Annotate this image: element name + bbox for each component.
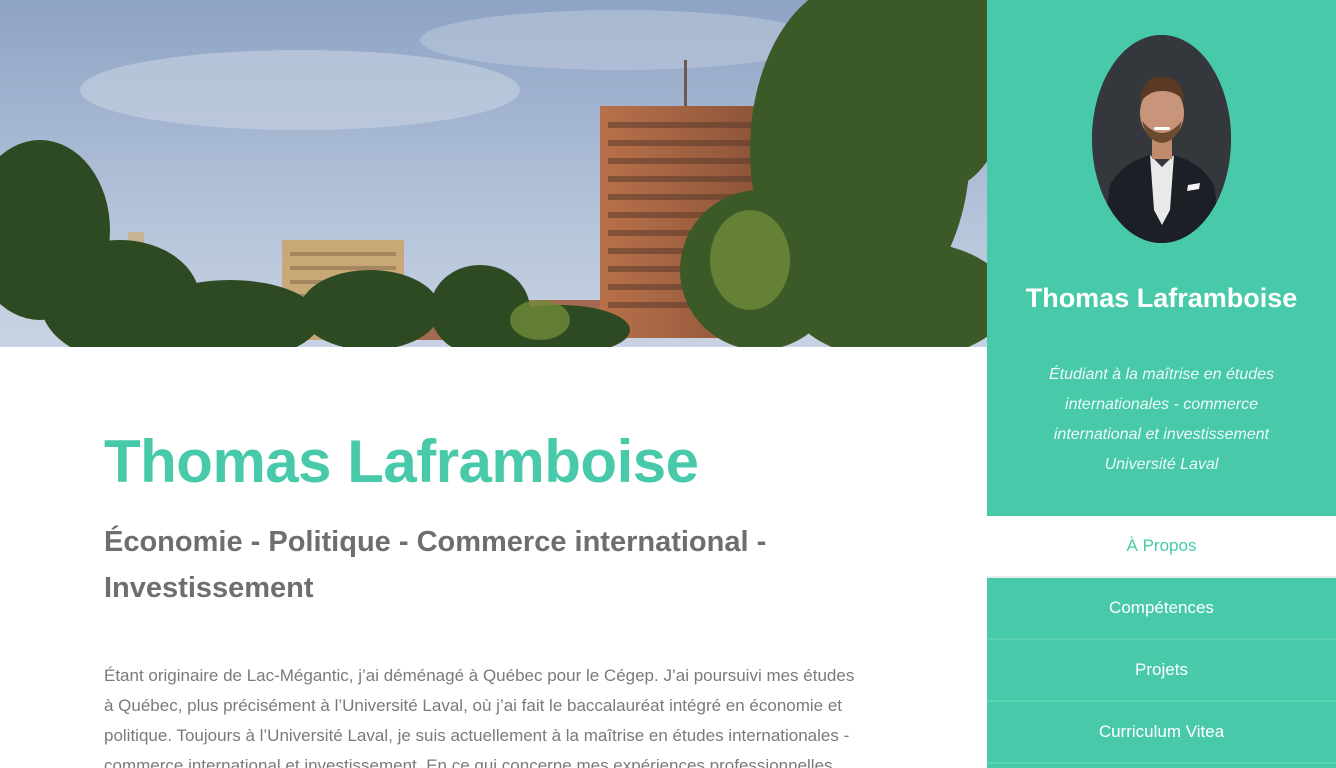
profile-card: Thomas Laframboise Étudiant à la maîtris… xyxy=(987,0,1336,516)
page-title: Thomas Laframboise xyxy=(104,428,699,495)
city-skyline-photo xyxy=(0,0,987,347)
sidebar: Thomas Laframboise Étudiant à la maîtris… xyxy=(987,0,1336,768)
bio-paragraph: Étant originaire de Lac-Mégantic, j’ai d… xyxy=(104,666,855,768)
sidebar-tagline-program: Étudiant à la maîtrise en études interna… xyxy=(1048,366,1275,443)
profile-photo xyxy=(1092,35,1231,243)
nav-item-a-propos[interactable]: À Propos xyxy=(987,516,1336,578)
sidebar-tagline: Étudiant à la maîtrise en études interna… xyxy=(1037,360,1286,480)
avatar xyxy=(1092,35,1231,243)
page-subtitle: Économie - Politique - Commerce internat… xyxy=(104,526,767,604)
sidebar-nav: À Propos Compétences Projets Curriculum … xyxy=(987,516,1336,764)
nav-item-competences[interactable]: Compétences xyxy=(987,578,1336,640)
hero-banner-image xyxy=(0,0,987,347)
nav-item-projets[interactable]: Projets xyxy=(987,640,1336,702)
nav-item-curriculum-vitea[interactable]: Curriculum Vitea xyxy=(987,702,1336,764)
main-content: Thomas Laframboise Économie - Politique … xyxy=(0,347,987,768)
sidebar-tagline-university: Université Laval xyxy=(1104,456,1219,473)
sidebar-name: Thomas Laframboise xyxy=(1025,283,1298,313)
